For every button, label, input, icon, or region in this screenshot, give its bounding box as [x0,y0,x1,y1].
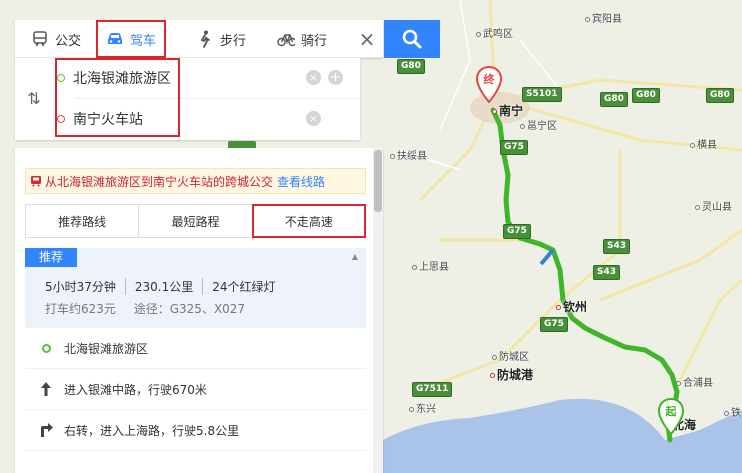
end-marker-label: 终 [483,73,495,86]
highway-shield: G80 [397,59,425,74]
highway-shield: G80 [600,92,628,107]
start-marker-label: 起 [665,405,677,418]
walk-icon [196,30,214,48]
plan-duration: 5小时37分钟 [45,278,126,295]
origin-dot-icon [57,74,65,82]
plan-distance: 230.1公里 [135,278,204,295]
route-step[interactable]: 进入银滩中路，行驶670米 [25,369,366,410]
view-bus-lines-link[interactable]: 查看线路 [277,173,325,190]
search-icon [402,29,422,49]
mode-tab-bike[interactable]: 骑行 [277,20,327,58]
step-text: 进入银滩中路，行驶670米 [64,382,207,397]
place-label: 灵山县 [695,198,732,213]
plan-taxi-fare: 打车约623元 [45,302,116,316]
mode-tab-walk[interactable]: 步行 [196,20,246,58]
place-label: 横县 [690,136,717,151]
origin-row: × + [57,58,347,98]
origin-input[interactable] [73,70,293,86]
clear-origin-icon[interactable]: × [306,70,321,85]
mode-tab-label: 驾车 [129,33,156,49]
route-alt-segment [539,248,555,266]
step-text: 右转，进入上海路，行驶5.8公里 [64,423,240,438]
travel-mode-bar: 公交 驾车 步行 骑行 × [15,20,383,58]
collapse-icon[interactable]: ▲ [352,252,358,261]
place-label: 东兴 [409,400,436,415]
start-marker[interactable]: 起 [657,397,685,436]
notice-text: 从北海银滩旅游区到南宁火车站的跨城公交 [45,174,274,189]
search-button[interactable] [384,20,440,58]
mode-tab-car[interactable]: 驾车 [96,20,166,58]
route-step[interactable]: 右转，进入上海路，行驶5.8公里 [25,410,366,451]
highway-shield: G80 [632,88,660,103]
destination-input[interactable] [73,111,293,127]
tab-no-highway[interactable]: 不走高速 [251,204,366,238]
mode-tab-label: 骑行 [301,33,328,49]
scrollbar-thumb[interactable] [374,150,382,212]
place-label: 防城区 [492,348,529,363]
add-waypoint-icon[interactable]: + [328,70,343,85]
highway-shield: G75 [503,224,531,239]
plan-details: 打车约623元 途径：G325、X027 [45,300,259,317]
route-preference-tabs: 推荐路线 最短路程 不走高速 [25,204,366,238]
route-line[interactable] [490,107,680,443]
end-marker[interactable]: 终 [475,65,503,104]
swap-icon[interactable]: ⇅ [25,90,43,108]
highway-shield: S43 [593,265,621,280]
place-label: 铁 [724,404,741,419]
plan-via: 途径：G325、X027 [133,302,246,316]
close-icon[interactable]: × [357,29,377,49]
place-label: 南宁 [492,102,523,119]
car-icon [106,30,124,48]
highway-shield: G75 [500,140,528,155]
highway-shield: G75 [540,317,568,332]
bus-icon [31,30,49,48]
plan-traffic-lights: 24个红绿灯 [212,280,276,294]
place-label: 宾阳县 [585,10,622,25]
route-plan-card[interactable]: 推荐 ▲ 5小时37分钟 230.1公里 24个红绿灯 打车约623元 途径：G… [25,248,366,328]
tab-recommended[interactable]: 推荐路线 [26,205,140,237]
route-input-panel: ⇅ × + × [15,58,360,140]
highway-shield: G80 [706,88,734,103]
place-label: 合浦县 [676,374,713,389]
destination-dot-icon [57,115,65,123]
highway-shield: G7511 [412,382,453,397]
results-scrollbar[interactable] [373,148,383,473]
mode-tab-label: 公交 [55,33,82,49]
mode-tab-label: 步行 [220,33,247,49]
place-label: 钦州 [556,298,587,315]
bike-icon [277,30,295,48]
plan-badge: 推荐 [25,248,78,267]
place-label: 防城港 [490,366,533,383]
clear-destination-icon[interactable]: × [306,111,321,126]
tab-shortest[interactable]: 最短路程 [139,205,253,237]
turn-right-icon [37,422,55,438]
plan-stats: 5小时37分钟 230.1公里 24个红绿灯 [45,278,294,295]
route-step[interactable]: 北海银滩旅游区 [25,328,366,369]
place-label: 上思县 [412,258,449,273]
intercity-bus-notice: 从北海银滩旅游区到南宁火车站的跨城公交 查看线路 [25,168,366,194]
place-label: 武鸣区 [476,25,513,40]
place-label: 扶绥县 [390,147,427,162]
highway-shield: S43 [603,239,631,254]
place-label: 邕宁区 [520,117,557,132]
destination-row: × [57,99,347,139]
bus-icon [31,176,41,187]
route-results-panel: 从北海银滩旅游区到南宁火车站的跨城公交 查看线路 推荐路线 最短路程 不走高速 … [15,148,383,473]
step-text: 北海银滩旅游区 [64,341,149,356]
highway-shield: S5101 [522,87,562,102]
origin-dot-icon [37,343,55,353]
mode-tab-bus[interactable]: 公交 [31,20,81,58]
arrow-up-icon [37,381,55,397]
